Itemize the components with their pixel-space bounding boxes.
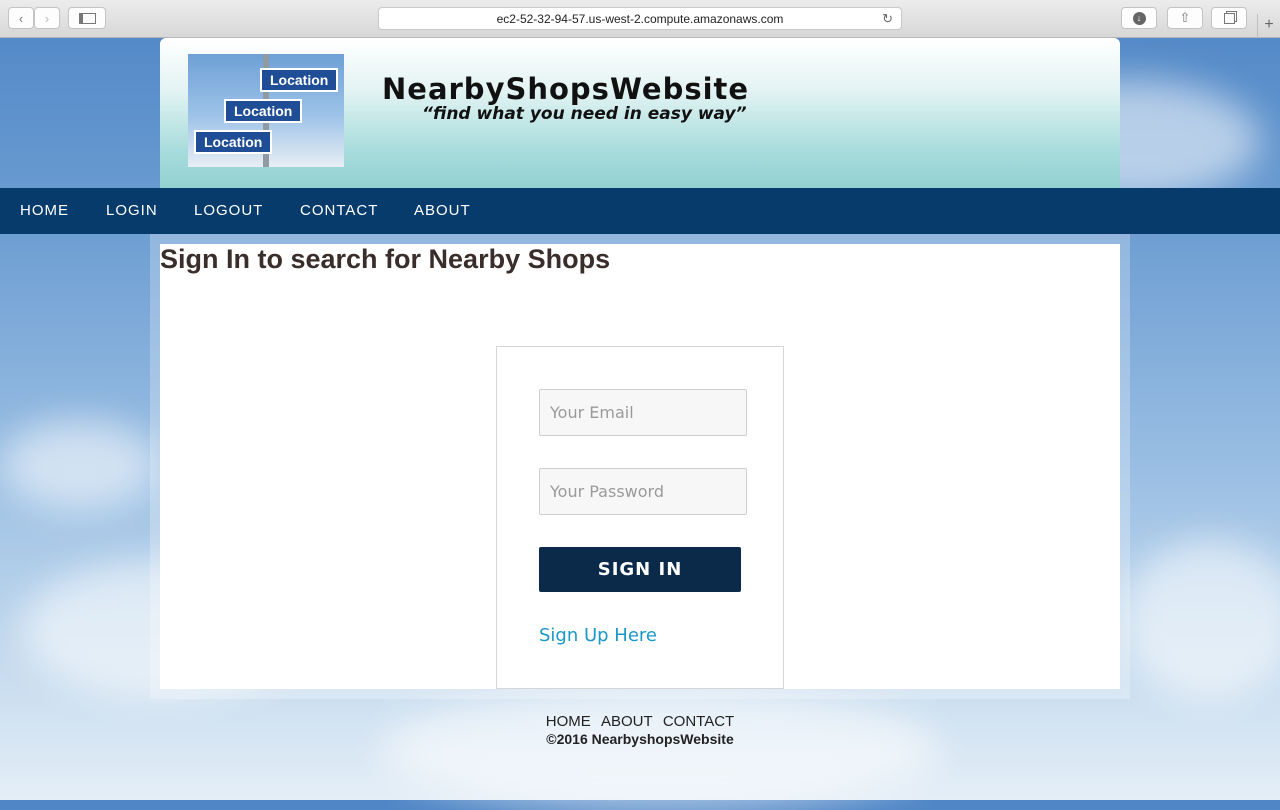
footer-link-about[interactable]: ABOUT [601,713,653,730]
location-signpost-logo: Location Location Location [188,54,344,167]
nav-home[interactable]: HOME [20,188,69,234]
reload-icon[interactable]: ↻ [882,11,893,27]
main-nav: HOME LOGIN LOGOUT CONTACT ABOUT [0,188,1280,234]
footer-link-home[interactable]: HOME [546,713,591,730]
address-bar[interactable]: ec2-52-32-94-57.us-west-2.compute.amazon… [378,7,902,30]
browser-toolbar: ‹ › ec2-52-32-94-57.us-west-2.compute.am… [0,0,1280,38]
location-sign: Location [224,99,303,123]
location-sign: Location [194,130,273,154]
cloud-decoration [0,420,160,510]
nav-login[interactable]: LOGIN [106,188,158,234]
download-icon: ↓ [1132,11,1146,25]
footer-nav: HOME ABOUT CONTACT [0,713,1280,730]
sidebar-toggle-button[interactable] [68,7,106,29]
cloud-decoration [1120,540,1280,700]
share-icon: ⇧ [1179,10,1191,25]
tabs-button[interactable] [1211,7,1247,29]
nav-contact[interactable]: CONTACT [300,188,378,234]
email-field[interactable] [539,389,747,436]
nav-logout[interactable]: LOGOUT [194,188,263,234]
downloads-button[interactable]: ↓ [1121,7,1157,29]
password-field[interactable] [539,468,747,515]
site-tagline: “find what you need in easy way” [422,104,747,124]
site-title: NearbyShopsWebsite [382,72,750,106]
main-content: Sign In to search for Nearby Shops SIGN … [160,244,1120,689]
new-tab-button[interactable]: + [1257,14,1280,38]
page-title: Sign In to search for Nearby Shops [160,244,611,274]
nav-about[interactable]: ABOUT [414,188,471,234]
site-header-banner: Location Location Location NearbyShopsWe… [160,38,1120,188]
tabs-icon [1223,12,1235,24]
sidebar-icon [78,12,96,24]
footer-link-contact[interactable]: CONTACT [663,713,734,730]
url-text: ec2-52-32-94-57.us-west-2.compute.amazon… [496,11,784,26]
sign-in-button[interactable]: SIGN IN [539,547,741,592]
sign-up-link[interactable]: Sign Up Here [539,625,657,646]
cloud-decoration [380,690,940,810]
back-button[interactable]: ‹ [8,7,34,29]
copyright-text: ©2016 NearbyshopsWebsite [546,731,734,747]
location-sign: Location [260,68,339,92]
sign-in-form: SIGN IN Sign Up Here [496,346,784,689]
share-button[interactable]: ⇧ [1167,7,1203,29]
forward-button[interactable]: › [34,7,60,29]
